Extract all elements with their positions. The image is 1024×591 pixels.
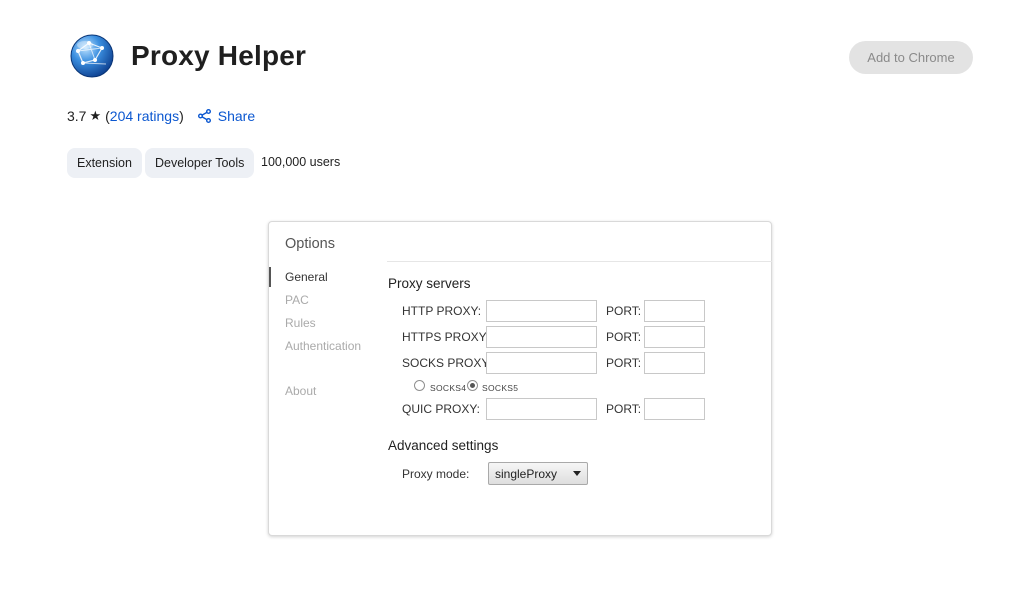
socks4-label: SOCKS4 [430,383,467,393]
socks-port-label: PORT: [606,356,642,370]
chevron-down-icon [573,471,581,476]
quic-port-label: PORT: [606,402,642,416]
http-proxy-input[interactable] [486,300,597,322]
quic-port-input[interactable] [644,398,705,420]
options-screenshot: Options General PAC Rules Authentication… [268,221,772,536]
share-button[interactable]: Share [197,108,256,124]
nav-item-about[interactable]: About [285,384,316,398]
https-port-label: PORT: [606,330,642,344]
proxy-servers-heading: Proxy servers [388,276,471,291]
star-icon: ★ [89,108,102,123]
chip-developer-tools[interactable]: Developer Tools [145,148,255,178]
https-proxy-label: HTTPS PROXY: [402,330,490,344]
nav-item-pac[interactable]: PAC [285,293,309,307]
socks-proxy-label: SOCKS PROXY: [402,356,493,370]
socks5-radio[interactable] [467,380,478,391]
add-to-chrome-button[interactable]: Add to Chrome [849,41,973,74]
advanced-settings-heading: Advanced settings [388,438,499,453]
https-proxy-input[interactable] [486,326,597,348]
share-icon [197,109,211,123]
rating-value: 3.7 [67,108,87,124]
ratings-link[interactable]: 204 ratings [110,108,179,124]
socks-port-input[interactable] [644,352,705,374]
http-port-label: PORT: [606,304,642,318]
socks-proxy-input[interactable] [486,352,597,374]
share-label: Share [217,108,256,124]
quic-proxy-input[interactable] [486,398,597,420]
proxy-mode-value: singleProxy [495,466,558,481]
socks4-radio[interactable] [414,380,425,391]
options-title: Options [285,236,335,252]
header-divider [387,261,772,262]
globe-icon [69,33,115,79]
proxy-mode-label: Proxy mode: [402,467,470,481]
nav-item-authentication[interactable]: Authentication [285,339,361,353]
quic-proxy-label: QUIC PROXY: [402,402,481,416]
socks5-label: SOCKS5 [482,383,519,393]
rating-row: 3.7 ★ ( 204 ratings ) Share [67,108,255,124]
nav-item-general[interactable]: General [285,270,328,284]
chip-extension[interactable]: Extension [67,148,142,178]
https-port-input[interactable] [644,326,705,348]
page-title: Proxy Helper [131,40,307,71]
users-count: 100,000 users [261,155,341,169]
http-port-input[interactable] [644,300,705,322]
nav-selected-indicator [269,267,271,287]
paren-close: ) [179,108,184,124]
nav-item-rules[interactable]: Rules [285,316,316,330]
http-proxy-label: HTTP PROXY: [402,304,482,318]
proxy-mode-select[interactable]: singleProxy [488,462,588,485]
